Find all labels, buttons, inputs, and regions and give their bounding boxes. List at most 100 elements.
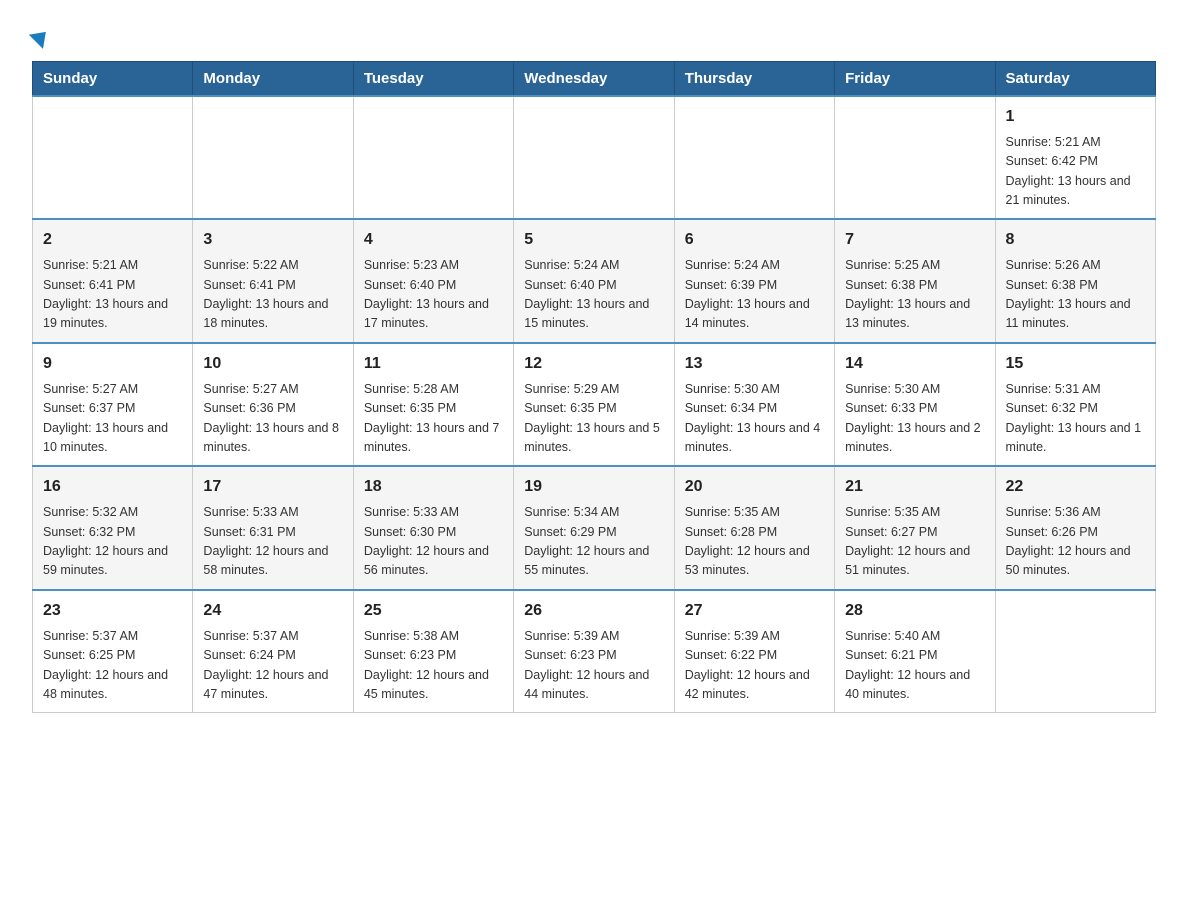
calendar-cell: 11 Sunrise: 5:28 AMSunset: 6:35 PMDayligh… [353, 343, 513, 467]
day-info: Sunrise: 5:39 AMSunset: 6:22 PMDaylight:… [685, 627, 824, 705]
col-thursday: Thursday [674, 61, 834, 96]
logo-arrow-icon [29, 25, 53, 49]
day-number: 5 [524, 228, 663, 252]
calendar-row: 9 Sunrise: 5:27 AMSunset: 6:37 PMDaylight… [33, 343, 1156, 467]
day-number: 4 [364, 228, 503, 252]
day-info: Sunrise: 5:23 AMSunset: 6:40 PMDaylight:… [364, 256, 503, 334]
day-number: 2 [43, 228, 182, 252]
page-header [32, 24, 1156, 49]
day-number: 1 [1006, 105, 1145, 129]
day-number: 12 [524, 352, 663, 376]
day-number: 8 [1006, 228, 1145, 252]
calendar-row: 1 Sunrise: 5:21 AMSunset: 6:42 PMDaylight… [33, 96, 1156, 220]
day-info: Sunrise: 5:33 AMSunset: 6:31 PMDaylight:… [203, 503, 342, 581]
calendar-cell: 3Sunrise: 5:22 AMSunset: 6:41 PMDaylight… [193, 219, 353, 343]
col-friday: Friday [835, 61, 995, 96]
day-number: 18 [364, 475, 503, 499]
day-info: Sunrise: 5:26 AMSunset: 6:38 PMDaylight:… [1006, 256, 1145, 334]
day-number: 15 [1006, 352, 1145, 376]
day-info: Sunrise: 5:24 AMSunset: 6:39 PMDaylight:… [685, 256, 824, 334]
day-info: Sunrise: 5:31 AMSunset: 6:32 PMDaylight:… [1006, 380, 1145, 458]
day-info: Sunrise: 5:27 AMSunset: 6:36 PMDaylight:… [203, 380, 342, 458]
logo-general-row [32, 24, 50, 49]
calendar-cell [995, 590, 1155, 713]
calendar-cell: 13 Sunrise: 5:30 AMSunset: 6:34 PMDayligh… [674, 343, 834, 467]
calendar-cell: 14Sunrise: 5:30 AMSunset: 6:33 PMDayligh… [835, 343, 995, 467]
day-info: Sunrise: 5:40 AMSunset: 6:21 PMDaylight:… [845, 627, 984, 705]
day-number: 24 [203, 599, 342, 623]
day-number: 19 [524, 475, 663, 499]
calendar-row: 16Sunrise: 5:32 AMSunset: 6:32 PMDayligh… [33, 466, 1156, 590]
day-number: 14 [845, 352, 984, 376]
calendar-table: Sunday Monday Tuesday Wednesday Thursday… [32, 61, 1156, 714]
day-info: Sunrise: 5:34 AMSunset: 6:29 PMDaylight:… [524, 503, 663, 581]
day-info: Sunrise: 5:33 AMSunset: 6:30 PMDaylight:… [364, 503, 503, 581]
calendar-cell [835, 96, 995, 220]
day-info: Sunrise: 5:39 AMSunset: 6:23 PMDaylight:… [524, 627, 663, 705]
day-number: 28 [845, 599, 984, 623]
calendar-cell: 15 Sunrise: 5:31 AMSunset: 6:32 PMDayligh… [995, 343, 1155, 467]
calendar-cell: 17Sunrise: 5:33 AMSunset: 6:31 PMDayligh… [193, 466, 353, 590]
day-info: Sunrise: 5:35 AMSunset: 6:27 PMDaylight:… [845, 503, 984, 581]
day-number: 10 [203, 352, 342, 376]
calendar-cell: 25 Sunrise: 5:38 AMSunset: 6:23 PMDayligh… [353, 590, 513, 713]
calendar-cell: 24 Sunrise: 5:37 AMSunset: 6:24 PMDayligh… [193, 590, 353, 713]
day-info: Sunrise: 5:25 AMSunset: 6:38 PMDaylight:… [845, 256, 984, 334]
day-number: 11 [364, 352, 503, 376]
calendar-cell [674, 96, 834, 220]
calendar-cell: 18 Sunrise: 5:33 AMSunset: 6:30 PMDayligh… [353, 466, 513, 590]
day-number: 25 [364, 599, 503, 623]
day-info: Sunrise: 5:21 AMSunset: 6:42 PMDaylight:… [1006, 133, 1145, 211]
col-sunday: Sunday [33, 61, 193, 96]
day-info: Sunrise: 5:38 AMSunset: 6:23 PMDaylight:… [364, 627, 503, 705]
day-number: 21 [845, 475, 984, 499]
calendar-row: 2 Sunrise: 5:21 AMSunset: 6:41 PMDaylight… [33, 219, 1156, 343]
day-number: 23 [43, 599, 182, 623]
calendar-cell: 2 Sunrise: 5:21 AMSunset: 6:41 PMDaylight… [33, 219, 193, 343]
day-info: Sunrise: 5:35 AMSunset: 6:28 PMDaylight:… [685, 503, 824, 581]
day-number: 20 [685, 475, 824, 499]
calendar-cell: 7 Sunrise: 5:25 AMSunset: 6:38 PMDaylight… [835, 219, 995, 343]
day-number: 7 [845, 228, 984, 252]
day-info: Sunrise: 5:36 AMSunset: 6:26 PMDaylight:… [1006, 503, 1145, 581]
day-number: 13 [685, 352, 824, 376]
calendar-cell: 6 Sunrise: 5:24 AMSunset: 6:39 PMDaylight… [674, 219, 834, 343]
day-info: Sunrise: 5:37 AMSunset: 6:24 PMDaylight:… [203, 627, 342, 705]
calendar-cell: 20 Sunrise: 5:35 AMSunset: 6:28 PMDayligh… [674, 466, 834, 590]
day-number: 6 [685, 228, 824, 252]
col-tuesday: Tuesday [353, 61, 513, 96]
day-info: Sunrise: 5:24 AMSunset: 6:40 PMDaylight:… [524, 256, 663, 334]
col-saturday: Saturday [995, 61, 1155, 96]
calendar-cell: 16Sunrise: 5:32 AMSunset: 6:32 PMDayligh… [33, 466, 193, 590]
calendar-cell [33, 96, 193, 220]
col-wednesday: Wednesday [514, 61, 674, 96]
calendar-cell: 22 Sunrise: 5:36 AMSunset: 6:26 PMDayligh… [995, 466, 1155, 590]
calendar-cell: 8 Sunrise: 5:26 AMSunset: 6:38 PMDaylight… [995, 219, 1155, 343]
day-info: Sunrise: 5:29 AMSunset: 6:35 PMDaylight:… [524, 380, 663, 458]
col-monday: Monday [193, 61, 353, 96]
calendar-cell: 10 Sunrise: 5:27 AMSunset: 6:36 PMDayligh… [193, 343, 353, 467]
calendar-cell: 4 Sunrise: 5:23 AMSunset: 6:40 PMDaylight… [353, 219, 513, 343]
calendar-cell [514, 96, 674, 220]
calendar-cell: 28 Sunrise: 5:40 AMSunset: 6:21 PMDayligh… [835, 590, 995, 713]
calendar-row: 23Sunrise: 5:37 AMSunset: 6:25 PMDayligh… [33, 590, 1156, 713]
calendar-cell: 23Sunrise: 5:37 AMSunset: 6:25 PMDayligh… [33, 590, 193, 713]
calendar-cell: 1 Sunrise: 5:21 AMSunset: 6:42 PMDaylight… [995, 96, 1155, 220]
logo [32, 24, 50, 49]
calendar-cell: 9 Sunrise: 5:27 AMSunset: 6:37 PMDaylight… [33, 343, 193, 467]
calendar-cell [193, 96, 353, 220]
calendar-cell: 27Sunrise: 5:39 AMSunset: 6:22 PMDayligh… [674, 590, 834, 713]
calendar-cell: 12 Sunrise: 5:29 AMSunset: 6:35 PMDayligh… [514, 343, 674, 467]
day-number: 9 [43, 352, 182, 376]
day-number: 22 [1006, 475, 1145, 499]
day-number: 3 [203, 228, 342, 252]
day-info: Sunrise: 5:21 AMSunset: 6:41 PMDaylight:… [43, 256, 182, 334]
calendar-cell: 5 Sunrise: 5:24 AMSunset: 6:40 PMDaylight… [514, 219, 674, 343]
calendar-cell [353, 96, 513, 220]
calendar-cell: 19 Sunrise: 5:34 AMSunset: 6:29 PMDayligh… [514, 466, 674, 590]
day-info: Sunrise: 5:27 AMSunset: 6:37 PMDaylight:… [43, 380, 182, 458]
day-info: Sunrise: 5:28 AMSunset: 6:35 PMDaylight:… [364, 380, 503, 458]
day-number: 16 [43, 475, 182, 499]
day-info: Sunrise: 5:30 AMSunset: 6:34 PMDaylight:… [685, 380, 824, 458]
day-number: 26 [524, 599, 663, 623]
